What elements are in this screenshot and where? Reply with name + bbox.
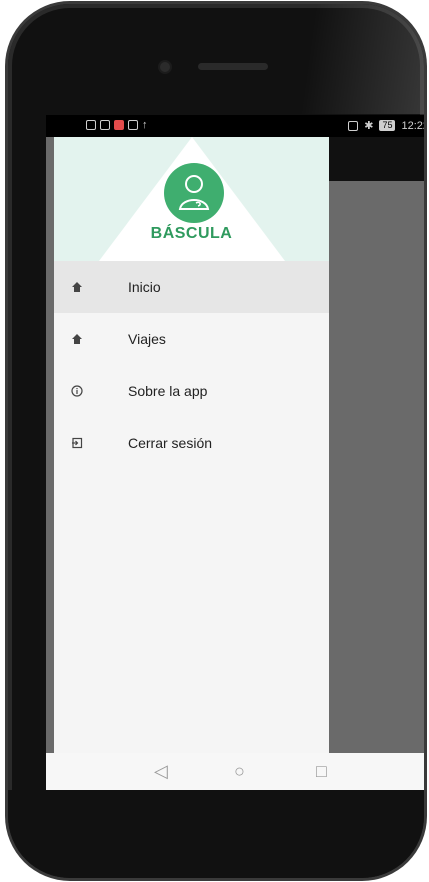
user-icon — [178, 175, 210, 210]
recents-square-icon[interactable]: □ — [316, 761, 327, 781]
front-camera — [160, 62, 170, 72]
drawer-menu: Inicio Viajes Sobre la app Cerrar sesión — [54, 261, 329, 469]
earpiece-speaker — [198, 63, 268, 70]
home-icon — [70, 332, 84, 346]
back-triangle-icon[interactable]: ◁ — [154, 761, 168, 781]
status-time: 12:22 — [401, 119, 424, 132]
drawer-item-inicio[interactable]: Inicio — [54, 261, 329, 313]
drawer-item-label: Inicio — [128, 279, 161, 295]
wifi-icon — [100, 120, 110, 130]
bottom-bezel — [8, 790, 424, 878]
drawer-item-viajes[interactable]: Viajes — [54, 313, 329, 365]
drawer-item-label: Cerrar sesión — [128, 435, 213, 451]
phone-frame: ↑ ✱ 75 12:22 BÁSCULA — [8, 4, 424, 878]
drawer-item-cerrar-sesion[interactable]: Cerrar sesión — [54, 417, 329, 469]
brand-title: BÁSCULA — [150, 225, 233, 242]
sim-icon — [86, 120, 96, 130]
home-circle-icon[interactable]: ○ — [234, 761, 245, 781]
navigation-drawer: BÁSCULA Inicio Viajes Sobre la app Cerra… — [54, 137, 329, 753]
screen: ↑ ✱ 75 12:22 BÁSCULA — [46, 115, 424, 790]
drawer-scrim[interactable] — [329, 181, 424, 753]
app-bar — [329, 137, 424, 181]
screen-glare — [300, 4, 424, 114]
nfc-icon — [348, 120, 359, 131]
system-nav-bar: ◁ ○ □ — [46, 753, 424, 790]
info-icon — [70, 384, 84, 398]
bluetooth-icon: ✱ — [364, 120, 374, 132]
drawer-item-sobre-la-app[interactable]: Sobre la app — [54, 365, 329, 417]
logout-icon — [70, 436, 84, 450]
battery-indicator: 75 — [379, 120, 396, 131]
notification-icon — [114, 120, 124, 130]
mail-icon — [128, 120, 138, 130]
status-right-icons: ✱ 75 12:22 — [348, 119, 424, 132]
status-left-icons: ↑ — [86, 119, 148, 131]
status-bar: ↑ ✱ 75 12:22 — [46, 115, 424, 137]
home-icon — [70, 280, 84, 294]
avatar — [164, 163, 224, 223]
drawer-item-label: Sobre la app — [128, 383, 208, 399]
upload-icon: ↑ — [142, 119, 148, 131]
drawer-header: BÁSCULA — [54, 137, 329, 261]
drawer-item-label: Viajes — [128, 331, 166, 347]
